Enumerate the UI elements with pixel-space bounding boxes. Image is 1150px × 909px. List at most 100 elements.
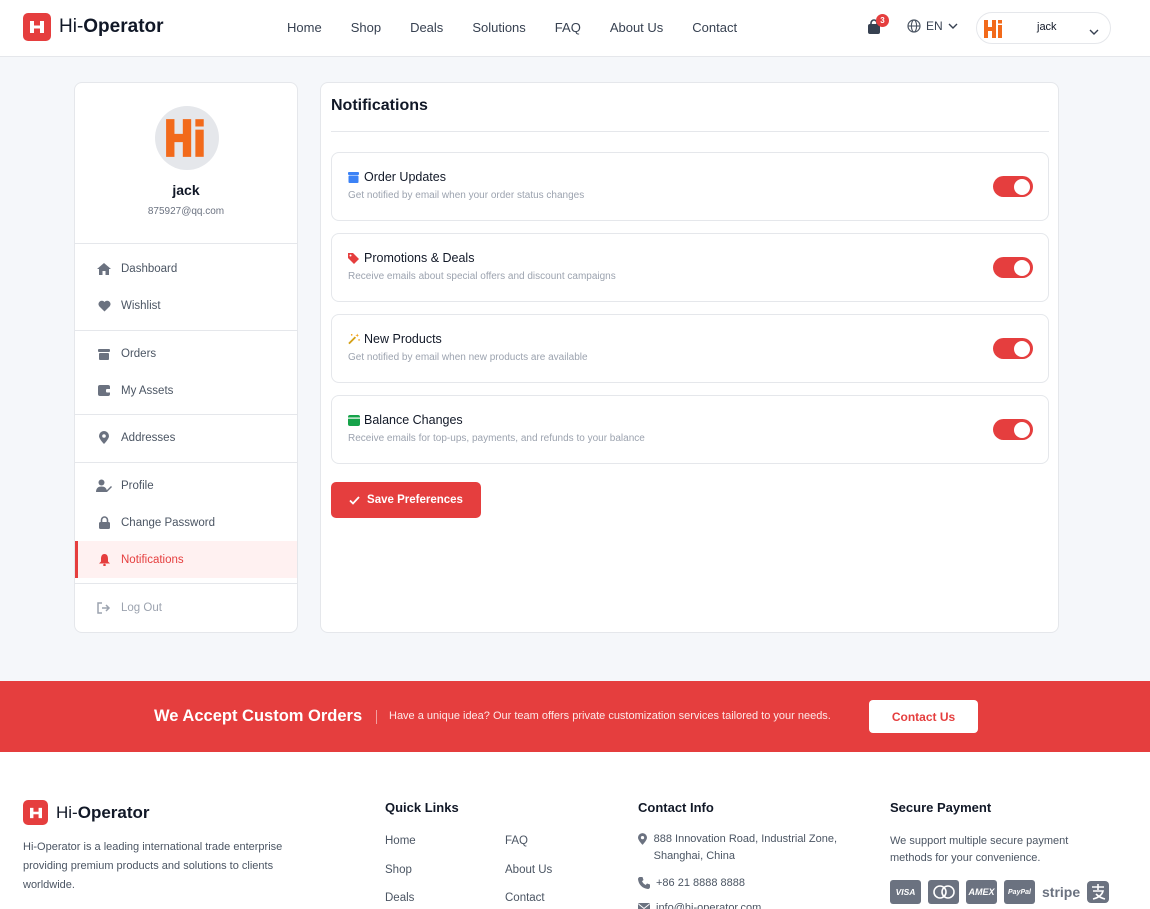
footer-address: 888 Innovation Road, Industrial Zone, Sh… <box>638 831 868 865</box>
toggle-knob <box>1014 178 1030 195</box>
custom-orders-banner: We Accept Custom Orders Have a unique id… <box>0 681 1150 752</box>
contact-info-heading: Contact Info <box>638 800 714 815</box>
pref-title: Promotions & Deals <box>348 251 474 265</box>
site-footer: Hi-Operator Hi-Operator is a leading int… <box>0 752 1150 909</box>
sidebar-item-orders[interactable]: Orders <box>75 335 297 372</box>
nav-faq[interactable]: FAQ <box>555 20 581 35</box>
secure-payment-heading: Secure Payment <box>890 800 992 815</box>
pref-description: Get notified by email when your order st… <box>348 190 585 201</box>
wallet-icon <box>348 414 360 426</box>
sidebar-item-label: My Assets <box>121 384 174 397</box>
pref-new-products: New Products Get notified by email when … <box>331 314 1049 383</box>
footer-link-contact[interactable]: Contact <box>505 892 545 904</box>
notifications-panel: Notifications Order Updates Get notified… <box>320 82 1059 633</box>
pref-title: New Products <box>348 332 442 346</box>
logo-text: Hi-Operator <box>59 16 164 37</box>
pref-description: Receive emails about special offers and … <box>348 271 616 282</box>
sidebar-item-label: Dashboard <box>121 262 178 275</box>
avatar <box>155 106 219 170</box>
balance-changes-toggle[interactable] <box>993 419 1033 440</box>
footer-phone: +86 21 8888 8888 <box>638 875 745 895</box>
paypal-icon: PayPal <box>1004 880 1035 904</box>
toggle-knob <box>1014 340 1030 357</box>
footer-link-faq[interactable]: FAQ <box>505 835 528 847</box>
sidebar-item-notifications[interactable]: Notifications <box>75 541 297 578</box>
footer-link-home[interactable]: Home <box>385 835 416 847</box>
sidebar-item-wishlist[interactable]: Wishlist <box>75 287 297 324</box>
tag-icon <box>348 252 360 264</box>
user-avatar-icon <box>983 19 1005 42</box>
footer-email: info@hi-operator.com <box>638 900 761 909</box>
site-logo[interactable]: Hi-Operator <box>23 13 164 41</box>
sidebar-item-my-assets[interactable]: My Assets <box>75 372 297 409</box>
sidebar-item-logout[interactable]: Log Out <box>75 589 297 626</box>
language-selector[interactable]: EN <box>907 19 958 33</box>
logo-mark-icon <box>23 13 51 41</box>
pref-order-updates: Order Updates Get notified by email when… <box>331 152 1049 221</box>
profile-email: 875927@qq.com <box>147 206 225 217</box>
pref-title: Balance Changes <box>348 413 463 427</box>
map-pin-icon <box>96 431 112 445</box>
logout-icon <box>96 601 112 615</box>
main-nav: Home Shop Deals Solutions FAQ About Us C… <box>287 20 766 35</box>
toggle-knob <box>1014 421 1030 438</box>
footer-about: Hi-Operator is a leading international t… <box>23 841 283 891</box>
footer-logo[interactable]: Hi-Operator <box>23 800 150 825</box>
globe-icon <box>907 19 921 33</box>
site-header: Hi-Operator Home Shop Deals Solutions FA… <box>0 0 1150 57</box>
logo-text: Hi-Operator <box>56 802 150 822</box>
user-menu[interactable]: jack <box>976 12 1111 44</box>
sidebar-item-label: Wishlist <box>121 299 161 312</box>
pref-promotions-deals: Promotions & Deals Receive emails about … <box>331 233 1049 302</box>
divider <box>75 414 297 415</box>
heart-icon <box>96 299 112 313</box>
amex-icon: AMEX <box>966 880 997 904</box>
save-preferences-button[interactable]: Save Preferences <box>331 482 481 518</box>
nav-solutions[interactable]: Solutions <box>472 20 525 35</box>
page-title: Notifications <box>331 97 428 114</box>
divider <box>376 710 377 724</box>
order-updates-toggle[interactable] <box>993 176 1033 197</box>
sidebar-item-addresses[interactable]: Addresses <box>75 419 297 456</box>
sidebar-item-profile[interactable]: Profile <box>75 467 297 504</box>
user-name: jack <box>1037 21 1057 33</box>
phone-icon <box>638 875 650 895</box>
payment-methods: VISA AMEX PayPal stripe <box>890 880 1116 904</box>
sidebar-item-dashboard[interactable]: Dashboard <box>75 250 297 287</box>
sidebar-item-label: Orders <box>121 347 157 360</box>
map-pin-icon <box>638 831 648 865</box>
chevron-down-icon <box>948 23 958 29</box>
nav-about-us[interactable]: About Us <box>610 20 663 35</box>
new-products-toggle[interactable] <box>993 338 1033 359</box>
nav-home[interactable]: Home <box>287 20 322 35</box>
nav-deals[interactable]: Deals <box>410 20 443 35</box>
alipay-icon <box>1087 880 1110 904</box>
pref-balance-changes: Balance Changes Receive emails for top-u… <box>331 395 1049 464</box>
footer-link-about-us[interactable]: About Us <box>505 864 552 876</box>
divider <box>331 131 1049 132</box>
footer-link-shop[interactable]: Shop <box>385 864 412 876</box>
promotions-toggle[interactable] <box>993 257 1033 278</box>
banner-text: Have a unique idea? Our team offers priv… <box>389 710 831 722</box>
sidebar-item-label: Notifications <box>121 553 184 566</box>
divider <box>75 583 297 584</box>
mastercard-icon <box>928 880 959 904</box>
language-label: EN <box>926 19 943 33</box>
envelope-icon <box>638 900 650 909</box>
bell-icon <box>96 553 112 567</box>
nav-contact[interactable]: Contact <box>692 20 737 35</box>
payment-description: We support multiple secure payment metho… <box>890 835 1069 864</box>
sidebar-item-change-password[interactable]: Change Password <box>75 504 297 541</box>
wallet-icon <box>96 384 112 398</box>
quick-links-heading: Quick Links <box>385 800 459 815</box>
home-icon <box>96 262 112 276</box>
pref-description: Get notified by email when new products … <box>348 352 588 363</box>
account-sidebar: jack 875927@qq.com Dashboard Wishlist Or… <box>74 82 298 633</box>
divider <box>75 462 297 463</box>
cart-count-badge: 3 <box>876 14 889 27</box>
calendar-box-icon <box>348 171 360 183</box>
nav-shop[interactable]: Shop <box>351 20 381 35</box>
contact-us-button[interactable]: Contact Us <box>869 700 978 733</box>
footer-link-deals[interactable]: Deals <box>385 892 414 904</box>
logo-mark-icon <box>23 800 48 825</box>
